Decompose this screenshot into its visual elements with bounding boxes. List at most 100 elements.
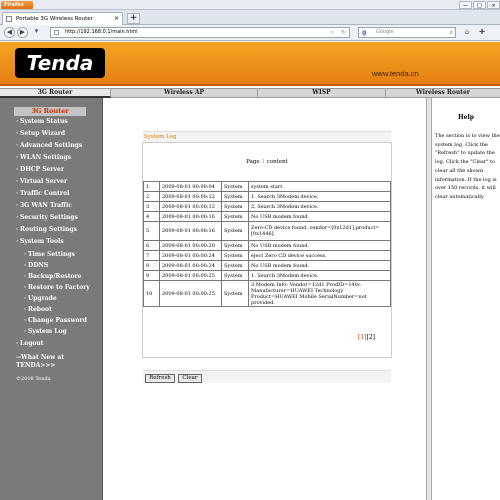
back-icon[interactable]: ◀	[4, 27, 15, 38]
browser-tab[interactable]: Portable 3G Wireless Router ×	[2, 12, 123, 25]
log-type: System	[221, 260, 249, 271]
log-type: System	[221, 240, 249, 251]
sidebar-item-traffic-control[interactable]: · Traffic Control	[16, 190, 69, 198]
search-input[interactable]: g Google ⌕	[358, 27, 456, 38]
sidebar-item-3g-wan-traffic[interactable]: · 3G WAN Traffic	[16, 202, 72, 210]
google-icon[interactable]: g	[362, 29, 366, 36]
page-icon	[6, 16, 12, 22]
sidebar-item-virtual-server[interactable]: · Virtual Server	[16, 178, 67, 186]
sidebar-item-wlan-settings[interactable]: · WLAN Settings	[16, 154, 71, 162]
log-row: 2 2009-08-01 00:00:12 System 1. Search 3Mod…	[143, 191, 391, 202]
log-time: 2009-08-01 00:00:16	[159, 211, 222, 222]
log-row: 5 2009-08-01 00:00:16 System Zero-CD device…	[143, 221, 391, 241]
help-title: Help	[458, 114, 474, 121]
refresh-button[interactable]: Refresh	[145, 374, 175, 383]
forward-icon[interactable]: ▶	[17, 27, 28, 38]
sidebar-item-system-tools[interactable]: · System Tools	[16, 238, 64, 246]
log-message: 2. Search 3Modem device.	[248, 201, 391, 212]
log-index: 6	[143, 240, 160, 251]
log-time: 2009-08-01 00:00:16	[159, 221, 222, 241]
tab-wisp[interactable]: WISP	[258, 89, 386, 98]
clear-button[interactable]: Clear	[178, 374, 202, 383]
sidebar-item-system-log[interactable]: · System Log	[24, 328, 67, 336]
log-type: System	[221, 250, 249, 261]
sidebar-item-system-status[interactable]: · System Status	[16, 118, 68, 126]
log-time: 2009-08-01 00:00:12	[159, 191, 222, 202]
tenda-logo: Tenda	[15, 48, 105, 78]
navigation-toolbar: ◀ ▶ ▾ http://192.168.0.1/main.html ☆ ↻ g…	[0, 25, 500, 41]
sidebar-item-advanced-settings[interactable]: · Advanced Settings	[16, 142, 82, 150]
log-index: 2	[143, 191, 160, 202]
home-icon[interactable]: ⌂	[461, 27, 473, 38]
search-icon[interactable]: ⌕	[450, 28, 453, 37]
firefox-menu-button[interactable]: Firefox	[1, 1, 33, 9]
log-type: System	[221, 201, 249, 212]
log-index: 7	[143, 250, 160, 261]
site-icon	[54, 30, 59, 35]
sidebar-item-backup-restore[interactable]: · Backup/Restore	[24, 273, 81, 281]
log-time: 2009-08-01 00:00:24	[159, 260, 222, 271]
tab-close-icon[interactable]: ×	[114, 13, 119, 25]
reload-icon[interactable]: ↻	[341, 28, 346, 37]
log-message: eject Zero CD device success.	[248, 250, 391, 261]
log-type: System	[221, 181, 249, 192]
log-row: 3 2009-08-01 00:00:12 System 2. Search 3Mod…	[143, 201, 391, 212]
log-row: 8 2009-08-01 00:00:24 System No USB modem f…	[143, 260, 391, 271]
log-time: 2009-08-01 00:00:12	[159, 201, 222, 212]
window-titlebar: Firefox — □ ×	[0, 0, 500, 10]
log-type: System	[221, 221, 249, 241]
page-number: 1	[261, 159, 265, 165]
log-time: 2009-08-01 00:00:25	[159, 280, 222, 307]
new-tab-button[interactable]: +	[127, 13, 140, 24]
maximize-button[interactable]: □	[473, 1, 486, 9]
log-index: 4	[143, 211, 160, 222]
log-type: System	[221, 280, 249, 307]
log-index: 8	[143, 260, 160, 271]
sidebar-item-dhcp-server[interactable]: · DHCP Server	[16, 166, 64, 174]
tab-wireless-ap[interactable]: Wireless AP	[111, 89, 258, 98]
sidebar-item-logout[interactable]: · Logout	[16, 340, 44, 348]
extension-icon[interactable]: ✚	[476, 27, 488, 38]
search-placeholder: Google	[376, 29, 394, 35]
tab-wireless-router[interactable]: Wireless Router	[386, 89, 500, 98]
page-2-current: [2]	[366, 334, 376, 341]
sidebar-item-reboot[interactable]: · Reboot	[24, 306, 52, 314]
page-1-link[interactable]: [1]	[358, 334, 367, 341]
tenda-link[interactable]: TENDA>>>	[16, 362, 55, 370]
sidebar-selected[interactable]: 3G Router	[14, 107, 86, 116]
sidebar-item-change-password[interactable]: · Change Password	[24, 317, 87, 325]
minimize-button[interactable]: —	[459, 1, 472, 9]
log-message: system start.	[248, 181, 391, 192]
mode-tabs: 3G Router Wireless AP WISP Wireless Rout…	[0, 88, 500, 98]
log-index: 3	[143, 201, 160, 212]
log-time: 2009-08-01 00:00:25	[159, 270, 222, 281]
tab-title: Portable 3G Wireless Router	[16, 16, 93, 22]
sidebar-item-time-settings[interactable]: · Time Settings	[24, 251, 75, 259]
sidebar-item-restore-to-factory[interactable]: · Restore to Factory	[24, 284, 90, 292]
address-bar[interactable]: http://192.168.0.1/main.html ☆ ↻	[50, 27, 350, 38]
sidebar-item-setup-wizard[interactable]: · Setup Wizard	[16, 130, 65, 138]
bookmark-star-icon[interactable]: ☆	[330, 28, 335, 37]
log-message: No USB modem found.	[248, 240, 391, 251]
url-text: http://192.168.0.1/main.html	[65, 29, 138, 35]
sidebar-item-upgrade[interactable]: · Upgrade	[24, 295, 57, 303]
log-type: System	[221, 191, 249, 202]
bookmark-dropdown-icon[interactable]: ▾	[31, 27, 42, 38]
log-row: 10 2009-08-01 00:00:25 System 3.Modem Info:…	[143, 280, 391, 307]
site-url: www.tenda.cn	[372, 69, 419, 78]
log-message: 1. Search 3Modem device.	[248, 191, 391, 202]
log-table: 1 2009-08-01 00:00:04 System system start. 2…	[143, 181, 391, 307]
sidebar-item-routing-settings[interactable]: · Routing Settings	[16, 226, 77, 234]
log-row: 6 2009-08-01 00:00:20 System No USB modem f…	[143, 240, 391, 251]
tab-3g-router[interactable]: 3G Router	[0, 89, 111, 98]
sidebar-item-ddns[interactable]: · DDNS	[24, 262, 48, 270]
log-row: 1 2009-08-01 00:00:04 System system start.	[143, 181, 391, 192]
sidebar-item-security-settings[interactable]: · Security Settings	[16, 214, 78, 222]
log-index: 1	[143, 181, 160, 192]
close-button[interactable]: ×	[487, 1, 500, 9]
help-pane: Help The section is to view the system l…	[432, 98, 500, 500]
log-index: 10	[143, 280, 160, 307]
log-message: 3.Modem Info: Vendor=12d1 ProdID=140c Ma…	[248, 280, 391, 307]
whats-new-link[interactable]: →What New at	[16, 354, 64, 362]
log-index: 9	[143, 270, 160, 281]
